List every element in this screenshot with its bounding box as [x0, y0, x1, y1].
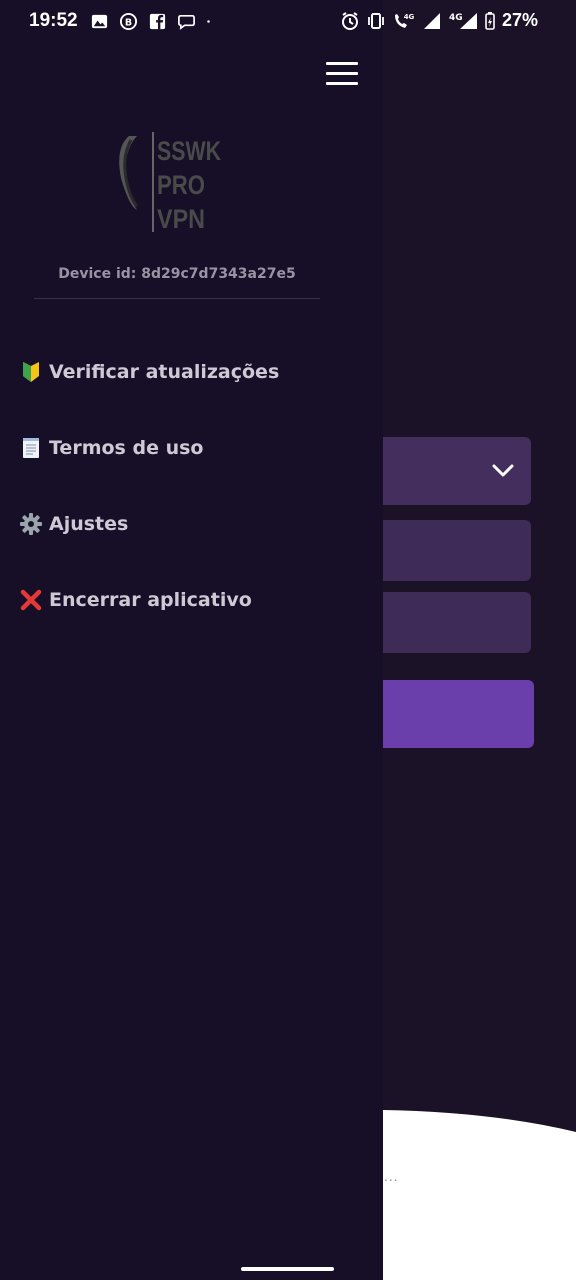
input-field-1[interactable] — [383, 520, 531, 581]
gesture-navigation-bar[interactable] — [241, 1267, 334, 1271]
device-id-label: Device id: 8d29c7d7343a27e5 — [58, 266, 296, 282]
more-notifications-dot-icon — [207, 20, 210, 23]
notification-icons: B — [90, 12, 216, 31]
battery-percentage: 27% — [501, 10, 538, 30]
navigation-drawer: SSWK PRO VPN Device id: 8d29c7d7343a27e5… — [0, 0, 383, 1280]
bottom-wave-shape — [383, 1100, 576, 1280]
menu-item-settings[interactable]: Ajustes — [19, 512, 279, 588]
drawer-menu: Verificar atualizações Termos de uso Aju… — [19, 360, 279, 664]
volte-call-icon: 4G — [394, 13, 415, 28]
alarm-icon — [341, 11, 358, 30]
battery-charging-icon — [485, 11, 495, 30]
connect-button[interactable] — [383, 680, 534, 748]
input-field-2[interactable] — [383, 592, 531, 653]
hamburger-menu-icon[interactable] — [326, 60, 360, 88]
close-cross-icon — [20, 589, 42, 611]
chat-bubble-icon — [178, 14, 195, 30]
svg-text:4G: 4G — [449, 13, 463, 23]
image-notification-icon — [91, 14, 108, 29]
vibrate-icon — [368, 12, 384, 29]
menu-item-label: Ajustes — [49, 513, 129, 535]
app-logo: SSWK PRO VPN — [119, 132, 221, 234]
loading-dots: ... — [384, 1170, 399, 1184]
facebook-icon — [149, 13, 166, 30]
signal-strength-icon — [423, 12, 440, 29]
system-status-icons: 4G 4G 27% — [340, 10, 538, 31]
signal-4g-icon: 4G — [449, 12, 477, 29]
document-icon — [23, 438, 39, 458]
beginner-shield-icon — [23, 362, 39, 382]
whatsapp-business-icon: B — [119, 12, 138, 31]
svg-text:PRO: PRO — [157, 170, 205, 200]
menu-item-check-updates[interactable]: Verificar atualizações — [19, 360, 279, 436]
svg-text:B: B — [125, 17, 132, 28]
menu-item-label: Termos de uso — [49, 437, 204, 459]
menu-item-exit-app[interactable]: Encerrar aplicativo — [19, 588, 279, 664]
status-bar: 19:52 B 4G 4G 27% — [0, 0, 576, 44]
status-time: 19:52 — [29, 10, 78, 31]
svg-text:4G: 4G — [404, 13, 415, 21]
svg-text:SSWK: SSWK — [157, 136, 221, 166]
drawer-divider — [34, 298, 320, 299]
svg-text:VPN: VPN — [157, 204, 205, 234]
menu-item-label: Encerrar aplicativo — [49, 589, 252, 611]
server-dropdown[interactable] — [383, 437, 531, 505]
menu-item-terms-of-use[interactable]: Termos de uso — [19, 436, 279, 512]
gear-icon — [20, 513, 42, 535]
menu-item-label: Verificar atualizações — [49, 361, 280, 383]
chevron-down-icon — [492, 464, 514, 477]
